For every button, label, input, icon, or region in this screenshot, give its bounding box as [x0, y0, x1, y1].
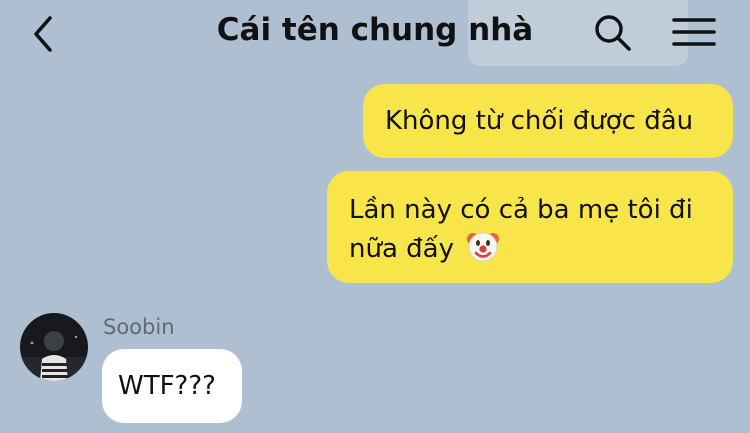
chat-header: Cái tên chung nhà — [0, 0, 750, 66]
menu-button[interactable] — [670, 12, 718, 52]
avatar[interactable] — [20, 313, 88, 381]
message-text: Không từ chối được đâu — [385, 106, 694, 136]
search-button[interactable] — [592, 12, 634, 54]
search-icon — [595, 15, 631, 51]
incoming-message-bubble[interactable]: WTF??? — [102, 349, 242, 423]
profile-photo — [20, 313, 88, 381]
chat-title: Cái tên chung nhà — [216, 12, 534, 48]
sender-name: Soobin — [103, 315, 175, 339]
outgoing-message-bubble[interactable]: Lần này có cả ba mẹ tôi đi nữa đấy — [327, 171, 733, 283]
clown-face-emoji-icon — [466, 229, 500, 263]
outgoing-message-bubble[interactable]: Không từ chối được đâu — [363, 84, 733, 158]
message-text: Lần này có cả ba mẹ tôi đi nữa đấy — [349, 195, 693, 264]
message-text: WTF??? — [118, 371, 216, 401]
hamburger-menu-icon — [672, 18, 716, 46]
